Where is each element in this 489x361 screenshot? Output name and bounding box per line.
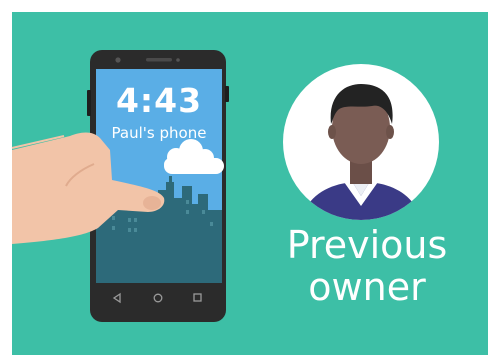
caption: Previous owner xyxy=(264,224,470,308)
caption-line-2: owner xyxy=(308,265,426,309)
caption-line-1: Previous xyxy=(286,223,448,267)
illustration: 4:43 Paul's phone Previous owner xyxy=(0,0,489,361)
